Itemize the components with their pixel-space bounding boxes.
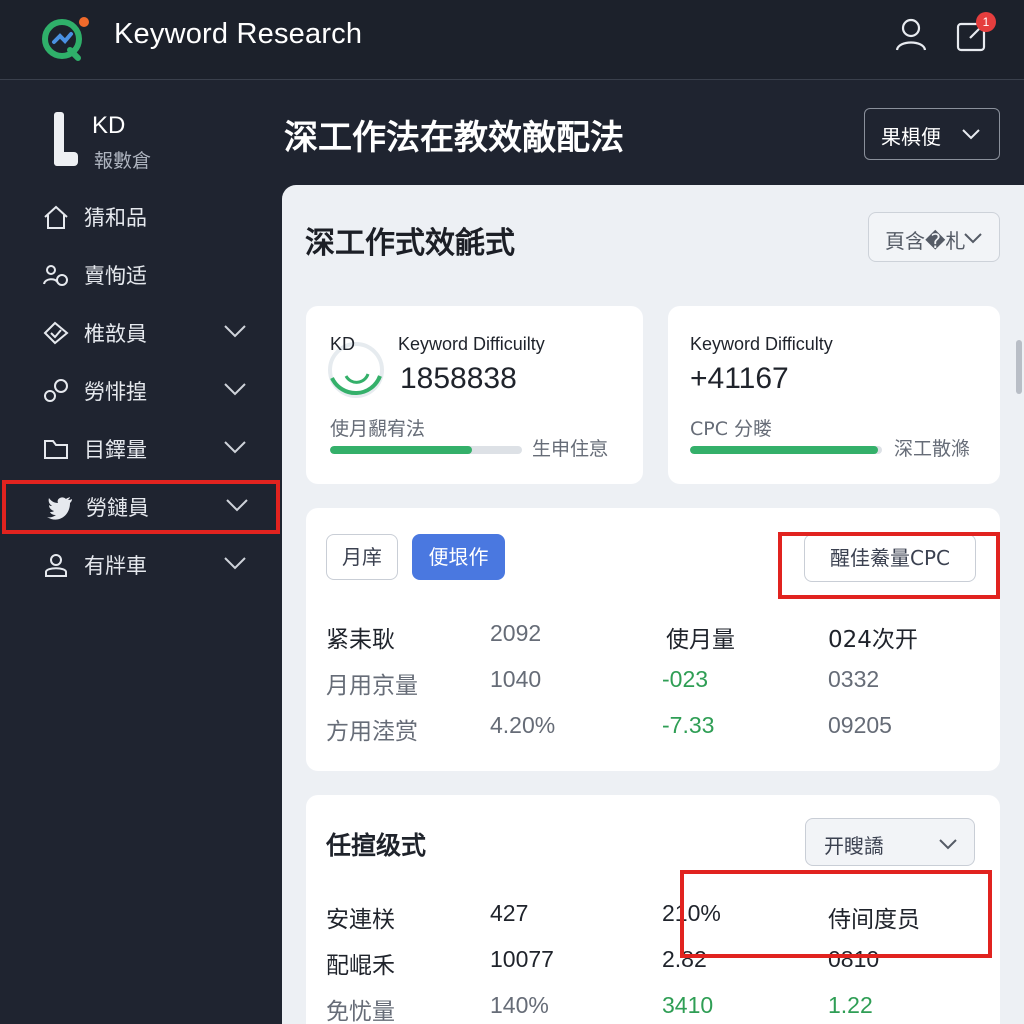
link-icon (44, 379, 68, 402)
table-cell: 10077 (490, 946, 554, 972)
table-cell: 140% (490, 992, 549, 1018)
sidebar-item-tags[interactable]: 椎敨員 (0, 306, 282, 358)
kd-badge: KD (330, 334, 356, 354)
sidebar-item-home[interactable]: 猜和品 (0, 190, 282, 242)
metric-value: +41167 (690, 362, 789, 395)
sidebar-user-title: KD (92, 112, 126, 139)
metric-progress (330, 446, 522, 454)
sidebar-item-label: 勞鏈員 (86, 496, 149, 520)
panel-select[interactable]: 頁含�札 (868, 212, 1000, 262)
table-cell: 024次开 (828, 627, 918, 653)
metric-side-label: 深工散滌 (894, 438, 971, 460)
table-cell: 1.22 (828, 992, 873, 1018)
table-cell: 1040 (490, 666, 542, 692)
chevron-down-icon (224, 383, 246, 396)
sidebar-item-links[interactable]: 勞悱揘 (0, 364, 282, 416)
people-icon (43, 265, 68, 286)
sidebar-item-twitter[interactable]: 勞鏈員 (2, 480, 280, 534)
table-cell: 月用京量 (326, 673, 418, 699)
metric-value: 1858838 (400, 362, 517, 395)
user-icon (45, 554, 67, 577)
tab-active[interactable]: 便垠作 (412, 534, 505, 580)
kd-logo-icon (54, 112, 78, 166)
table-cell: 安連栚 (326, 907, 395, 933)
twitter-icon (47, 497, 72, 520)
metric-side-label: 生申住恴 (532, 438, 609, 460)
annotation-highlight-box (778, 532, 1000, 599)
metric-sub-label: 使月覶宥法 (330, 418, 426, 440)
notification-badge: 1 (976, 12, 996, 32)
table-cell: 方用淕赏 (326, 719, 418, 745)
metric-sub-label: CPC 分䁖 (690, 418, 773, 440)
sidebar-user-subtitle: 報數倉 (94, 150, 152, 172)
metric-progress (690, 446, 882, 454)
sidebar-item-label: 椎敨員 (84, 322, 147, 346)
chevron-down-icon (224, 441, 246, 454)
table-cell: -023 (662, 666, 709, 692)
sidebar-item-label: 猜和品 (84, 206, 147, 230)
table-cell: 免忧量 (326, 999, 395, 1024)
page-title: 深工作法在教效敵配法 (284, 118, 624, 158)
sidebar-item-people[interactable]: 賣恂适 (0, 248, 282, 300)
sidebar-item-account[interactable]: 有牉車 (0, 538, 282, 590)
header-select-label: 果椇便 (881, 125, 941, 149)
metric-progress-fill (690, 446, 879, 454)
metric-label: Keyword Difficuilty (398, 334, 545, 354)
table-cell: 配崐禾 (326, 953, 395, 979)
header-select[interactable]: 果椇便 (864, 108, 1000, 160)
table-cell: 09205 (828, 712, 892, 738)
table-cell: 3410 (662, 992, 714, 1018)
table-select-label: 开瞍譑 (824, 834, 884, 858)
table-cell: 4.20% (490, 712, 556, 738)
app-logo-icon (42, 17, 89, 61)
table-cell: 427 (490, 900, 529, 926)
scrollbar-thumb[interactable] (1016, 340, 1022, 394)
table-title: 任揎级式 (326, 831, 427, 860)
sidebar-item-label: 目鐸量 (84, 438, 147, 462)
metric-label: Keyword Difficulty (690, 334, 833, 354)
user-profile-icon[interactable] (892, 16, 930, 54)
annotation-highlight-box (680, 870, 992, 958)
table-cell: -7.33 (662, 712, 715, 738)
home-icon (44, 205, 68, 229)
sidebar-item-label: 賣恂适 (84, 264, 147, 288)
folder-icon (44, 440, 68, 459)
sidebar-item-label: 有牉車 (84, 554, 147, 578)
chevron-down-icon (226, 499, 248, 512)
panel-select-label: 頁含�札 (885, 229, 966, 253)
sidebar-item-folders[interactable]: 目鐸量 (0, 422, 282, 474)
metric-progress-fill (330, 446, 473, 454)
tag-icon (43, 321, 69, 345)
chevron-down-icon (962, 129, 980, 140)
chevron-down-icon (224, 557, 246, 570)
table-cell: 0332 (828, 666, 880, 692)
panel-title: 深工作式效毹式 (305, 226, 515, 261)
chevron-down-icon (964, 233, 982, 244)
table-select[interactable]: 开瞍譑 (805, 818, 975, 866)
table-cell: 使月量 (666, 627, 735, 653)
chevron-down-icon (224, 325, 246, 338)
table-cell: 紧耒耿 (326, 627, 395, 653)
table-cell: 2092 (490, 620, 542, 646)
sidebar-item-label: 勞悱揘 (84, 380, 147, 404)
app-title: Keyword Research (114, 18, 363, 50)
chevron-down-icon (939, 839, 957, 850)
tab-monthly[interactable]: 月庠 (326, 534, 398, 580)
